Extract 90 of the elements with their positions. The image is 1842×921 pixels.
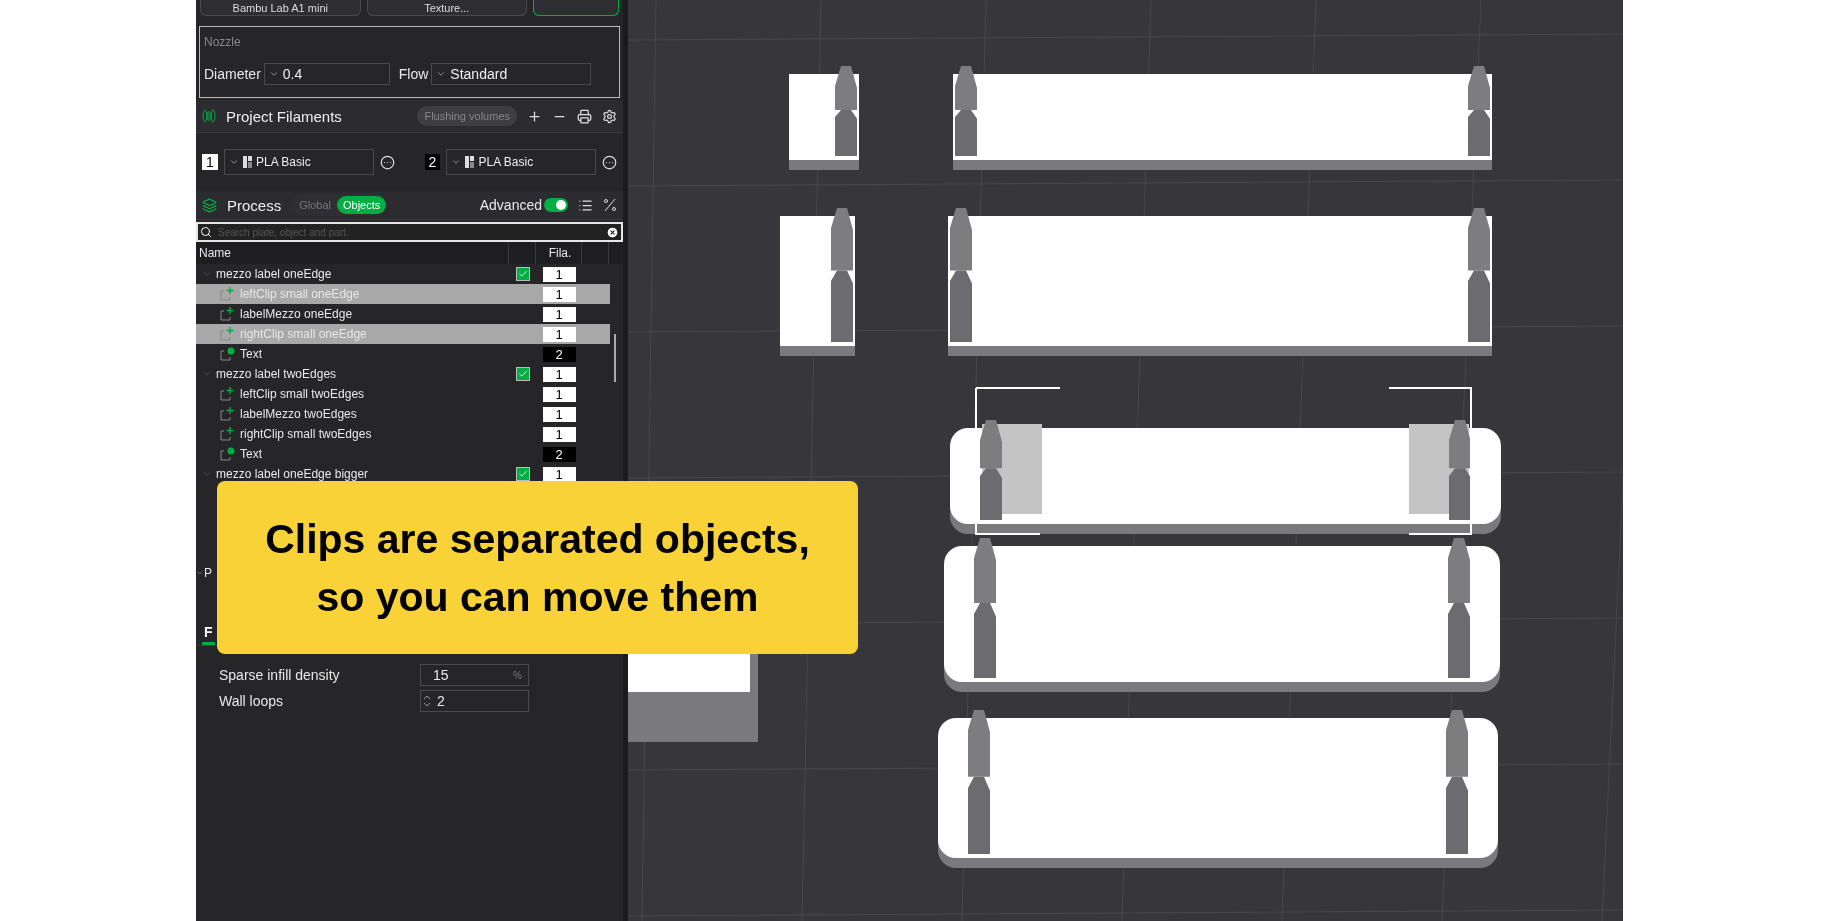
check-icon — [517, 369, 528, 379]
more-icon[interactable] — [602, 154, 617, 170]
part-icon — [220, 287, 236, 301]
search-icon — [200, 226, 212, 238]
flow-dropdown[interactable]: Standard — [431, 63, 592, 85]
settings-icon[interactable] — [602, 108, 617, 124]
caret-icon — [436, 69, 447, 79]
checkbox[interactable] — [515, 367, 530, 381]
filament-cell[interactable]: 1 — [542, 406, 576, 422]
preset-button[interactable]: Texture... — [366, 0, 527, 16]
diameter-dropdown[interactable]: 0.4 — [263, 63, 390, 85]
text-part-icon — [220, 347, 236, 361]
more-icon[interactable] — [379, 154, 395, 170]
part-name: labelMezzo oneEdge — [240, 307, 353, 321]
filaments-title: Project Filaments — [226, 107, 342, 125]
settings-tab[interactable]: F — [202, 624, 215, 645]
part-name: Text — [240, 447, 262, 461]
plus-icon[interactable] — [527, 108, 542, 124]
filament-cell[interactable]: 1 — [542, 366, 576, 382]
column-header[interactable]: Fila. — [536, 242, 582, 264]
diameter-label: Diameter — [204, 66, 261, 82]
unit-label: % — [513, 669, 522, 681]
checkbox[interactable] — [515, 267, 530, 281]
part-name: Text — [240, 347, 262, 361]
preset-button[interactable] — [533, 0, 619, 16]
advanced-label: Advanced — [479, 197, 542, 213]
check-icon — [517, 269, 528, 279]
scrollbar-thumb[interactable] — [614, 334, 616, 382]
filament-cell[interactable]: 1 — [542, 466, 576, 482]
layers-icon — [202, 197, 217, 213]
filament-index: 1 — [202, 154, 218, 170]
part-row[interactable]: labelMezzo twoEdges 1 — [196, 404, 610, 424]
part-name: rightClip small twoEdges — [240, 427, 372, 441]
filament-cell[interactable]: 1 — [542, 306, 576, 322]
setting-label: Wall loops — [219, 693, 285, 709]
column-header[interactable]: Name — [196, 242, 509, 264]
filament-cell[interactable]: 2 — [542, 446, 576, 462]
list-icon[interactable] — [578, 197, 593, 213]
filament-cell[interactable]: 1 — [542, 326, 576, 342]
preset-button[interactable]: Bambu Lab A1 mini — [200, 0, 361, 16]
spin-icon[interactable] — [423, 694, 431, 708]
setting-label: Sparse infill density — [219, 667, 341, 683]
text-part-icon — [220, 447, 236, 461]
part-name: leftClip small twoEdges — [240, 387, 365, 401]
section-label[interactable]: P — [204, 566, 212, 580]
process-title: Process — [227, 196, 282, 214]
printer-icon[interactable] — [577, 108, 592, 124]
setting-field[interactable]: 15 % — [420, 664, 529, 686]
caret-icon — [451, 157, 462, 167]
part-row[interactable]: leftClip small oneEdge 1 — [196, 284, 610, 304]
part-icon — [220, 387, 236, 401]
material-icon — [465, 156, 475, 168]
filament-cell[interactable]: 1 — [542, 266, 576, 282]
advanced-toggle[interactable] — [544, 198, 568, 212]
filament-cell[interactable]: 1 — [542, 286, 576, 302]
part-row[interactable]: rightClip small twoEdges 1 — [196, 424, 610, 444]
part-name: rightClip small oneEdge — [240, 327, 367, 341]
part-row[interactable]: rightClip small oneEdge 1 — [196, 324, 610, 344]
filament-dropdown[interactable]: PLA Basic — [446, 149, 596, 175]
nozzle-title: Nozzle — [204, 35, 242, 49]
object-name[interactable]: mezzo label oneEdge — [216, 267, 332, 281]
flow-label: Flow — [398, 66, 429, 82]
caret-icon — [268, 69, 279, 79]
check-icon — [517, 469, 528, 479]
part-name: labelMezzo twoEdges — [240, 407, 357, 421]
spool-icon — [202, 109, 216, 123]
part-row[interactable]: Text 2 — [196, 444, 610, 464]
setting-field[interactable]: 2 — [420, 690, 529, 712]
caret-icon — [228, 157, 239, 167]
part-row[interactable]: labelMezzo oneEdge 1 — [196, 304, 610, 324]
part-icon — [220, 307, 236, 321]
checkbox[interactable] — [515, 467, 530, 481]
object-name[interactable]: mezzo label twoEdges — [216, 367, 337, 381]
part-icon — [220, 427, 236, 441]
filament-cell[interactable]: 2 — [542, 346, 576, 362]
material-icon — [242, 156, 252, 168]
clear-icon[interactable] — [606, 226, 619, 239]
caption-text: Clips are separated objects, so you can move them — [265, 514, 810, 622]
part-row[interactable]: Text 2 — [196, 344, 610, 364]
part-row[interactable]: leftClip small twoEdges 1 — [196, 384, 610, 404]
part-name: leftClip small oneEdge — [240, 287, 360, 301]
filament-cell[interactable]: 1 — [542, 386, 576, 402]
filament-index: 2 — [424, 154, 441, 170]
object-name[interactable]: mezzo label oneEdge bigger — [216, 467, 369, 481]
part-icon — [220, 407, 236, 421]
part-icon — [220, 327, 236, 341]
percent-icon[interactable] — [603, 198, 617, 212]
filament-dropdown[interactable]: PLA Basic — [223, 149, 374, 175]
filament-cell[interactable]: 1 — [542, 426, 576, 442]
caret-icon[interactable] — [196, 569, 204, 577]
